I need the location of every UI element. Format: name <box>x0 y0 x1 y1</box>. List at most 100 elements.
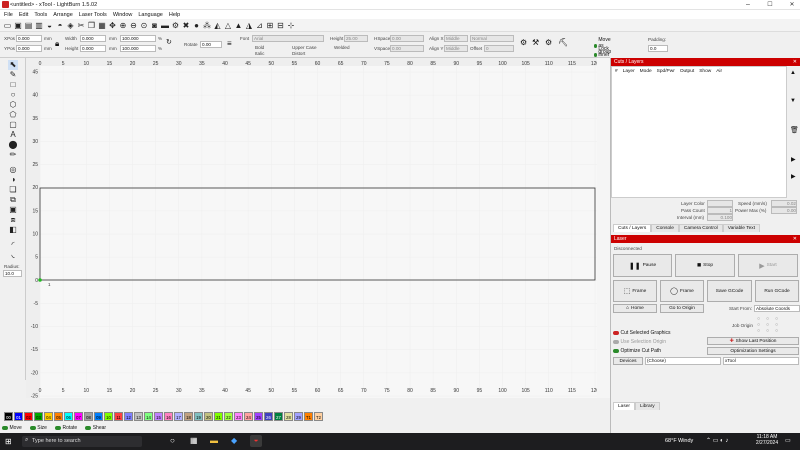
run-gcode-button[interactable]: Run GCode <box>755 280 799 302</box>
open-icon[interactable]: ▭ <box>3 21 12 30</box>
palette-swatch-27[interactable]: 27 <box>274 411 283 421</box>
palette-swatch-11[interactable]: 11 <box>114 411 123 421</box>
font-select[interactable]: Arial <box>252 35 324 42</box>
go-to-origin-button[interactable]: Go to Origin <box>660 304 704 313</box>
upper-case-checkbox[interactable]: Upper Case <box>292 45 317 50</box>
home-button[interactable]: ⌂ Home <box>613 304 657 313</box>
rectangle-tool-icon[interactable]: □ <box>8 80 18 90</box>
vspace-input[interactable]: 0.00 <box>390 45 424 52</box>
palette-swatch-10[interactable]: 10 <box>104 411 113 421</box>
maximize-button[interactable]: ☐ <box>762 0 778 10</box>
align-y-select[interactable]: Middle <box>444 45 468 52</box>
rotate-input[interactable]: 0.00 <box>200 41 222 48</box>
copy-icon[interactable]: ❐ <box>87 21 96 30</box>
monitor-icon[interactable]: ▬ <box>161 21 170 30</box>
cut-icon[interactable]: ✂ <box>77 21 86 30</box>
weather-condition[interactable]: Windy <box>678 438 693 444</box>
palette-swatch-19[interactable]: 19 <box>194 411 203 421</box>
cut-selected-toggle[interactable]: Cut Selected Graphics <box>613 330 671 336</box>
group-icon[interactable]: ⁂ <box>203 21 212 30</box>
close-path-icon[interactable]: ◧ <box>8 225 18 235</box>
tool-icon[interactable]: ⛏ <box>558 38 568 47</box>
palette-swatch-23[interactable]: 23 <box>234 411 243 421</box>
optimization-settings-button[interactable]: Optimization Settings <box>707 347 799 355</box>
snap-icon[interactable]: ⊹ <box>287 21 296 30</box>
expand-icon[interactable]: ▶ <box>791 156 796 163</box>
palette-swatch-02[interactable]: 02 <box>24 411 33 421</box>
palette-swatch-21[interactable]: 21 <box>214 411 223 421</box>
text-height-input[interactable]: 25.00 <box>344 35 368 42</box>
ypos-input[interactable]: 0.000 <box>16 45 42 52</box>
width-percent-input[interactable]: 100.000 <box>120 35 156 42</box>
bold-checkbox[interactable]: Bold <box>255 45 264 50</box>
speed-input[interactable]: 0.02 <box>771 200 797 207</box>
move-up-icon[interactable]: ▲ <box>790 70 796 76</box>
task-view-icon[interactable]: ○ <box>170 436 175 445</box>
app-icon[interactable]: ◆ <box>231 436 237 445</box>
copy-along-path-icon[interactable]: ❏ <box>8 185 18 195</box>
offset-tool-icon[interactable]: ◎ <box>8 165 18 175</box>
select-tool-icon[interactable]: ⬉ <box>8 60 18 70</box>
rounded-rect-icon[interactable]: ▢ <box>8 120 18 130</box>
zoom-out-icon[interactable]: ⊖ <box>129 21 138 30</box>
frame-button[interactable]: ⬚ Frame <box>613 280 657 302</box>
height-percent-input[interactable]: 100.000 <box>120 45 156 52</box>
start-from-select[interactable]: Absolute Coords <box>754 305 800 312</box>
close-button[interactable]: ✕ <box>784 0 800 10</box>
machine-icon[interactable]: ⚒ <box>532 38 539 47</box>
workspace-canvas[interactable]: 0 0 5 5 10 10 15 15 20 20 25 25 30 30 35 35 40 40 45 45 50 50… <box>26 58 610 400</box>
palette-swatch-24[interactable]: 24 <box>244 411 253 421</box>
mirror-icon[interactable]: ⊿ <box>255 21 264 30</box>
palette-swatch-01[interactable]: 01 <box>14 411 23 421</box>
ellipse-tool-icon[interactable]: ○ <box>8 90 18 100</box>
menu-language[interactable]: Language <box>138 12 162 18</box>
move-icon[interactable]: ✥ <box>108 21 117 30</box>
palette-swatch-05[interactable]: 05 <box>54 411 63 421</box>
undo-icon[interactable]: ◒ <box>45 21 54 30</box>
notifications-icon[interactable]: ▭ <box>785 437 791 444</box>
palette-swatch-16[interactable]: 16 <box>164 411 173 421</box>
layer-color-swatch[interactable] <box>707 200 733 207</box>
palette-swatch-09[interactable]: 09 <box>94 411 103 421</box>
polygon-tool-icon[interactable]: ⬡ <box>8 100 18 110</box>
widgets-icon[interactable]: ▦ <box>190 436 198 445</box>
clock[interactable]: 11:18 AM 2/27/2024 <box>755 434 779 446</box>
palette-swatch-22[interactable]: 22 <box>224 411 233 421</box>
menu-arrange[interactable]: Arrange <box>53 12 73 18</box>
menu-help[interactable]: Help <box>169 12 180 18</box>
edit-nodes-icon[interactable]: ✎ <box>8 70 18 80</box>
text-mode-select[interactable]: Normal <box>470 35 514 42</box>
windows-start-icon[interactable]: ⊞ <box>5 437 12 446</box>
taskbar-search-input[interactable]: Type here to search <box>22 436 142 447</box>
palette-swatch-00[interactable]: 00 <box>4 411 13 421</box>
menu-tools[interactable]: Tools <box>34 12 47 18</box>
settings-icon[interactable]: ⚙ <box>171 21 180 30</box>
menu-window[interactable]: Window <box>113 12 133 18</box>
job-origin-grid[interactable]: ○○○ ○○○ ○○○ <box>757 316 795 334</box>
tab-variable-text[interactable]: Variable Text <box>722 224 761 232</box>
show-last-position-button[interactable]: ✚ Show Last Position <box>707 337 799 345</box>
palette-swatch-28[interactable]: 28 <box>284 411 293 421</box>
power-max-input[interactable]: 0.00 <box>771 207 797 214</box>
palette-swatch-18[interactable]: 18 <box>184 411 193 421</box>
palette-swatch-25[interactable]: 25 <box>254 411 263 421</box>
list-icon[interactable]: ≡ <box>227 39 232 48</box>
palette-swatch-04[interactable]: 04 <box>44 411 53 421</box>
tray-icons[interactable]: ⌃ ▭ ◐ ♪ <box>706 437 728 444</box>
menu-file[interactable]: File <box>4 12 13 18</box>
stop-button[interactable]: ■ Stop <box>675 254 735 277</box>
align-icon[interactable]: ▲ <box>234 21 243 30</box>
shear-toggle[interactable]: Shear <box>85 425 106 431</box>
position-laser-icon[interactable]: ⬤ <box>8 140 18 150</box>
pin-icon[interactable]: △ <box>224 21 233 30</box>
save-icon[interactable]: ▣ <box>14 21 23 30</box>
tools-icon[interactable]: ✖ <box>182 21 191 30</box>
grid-icon[interactable]: ⊞ <box>266 21 275 30</box>
panel-close-icon[interactable]: ✕ <box>793 235 797 243</box>
welded-checkbox[interactable]: Welded <box>334 45 350 50</box>
arc-tool-icon[interactable]: ◜ <box>8 240 18 250</box>
shape-tool-icon[interactable]: ⬠ <box>8 110 18 120</box>
minimize-button[interactable]: – <box>740 0 756 10</box>
palette-swatch-14[interactable]: 14 <box>144 411 153 421</box>
optimize-cut-path-toggle[interactable]: Optimize Cut Path <box>613 348 661 354</box>
